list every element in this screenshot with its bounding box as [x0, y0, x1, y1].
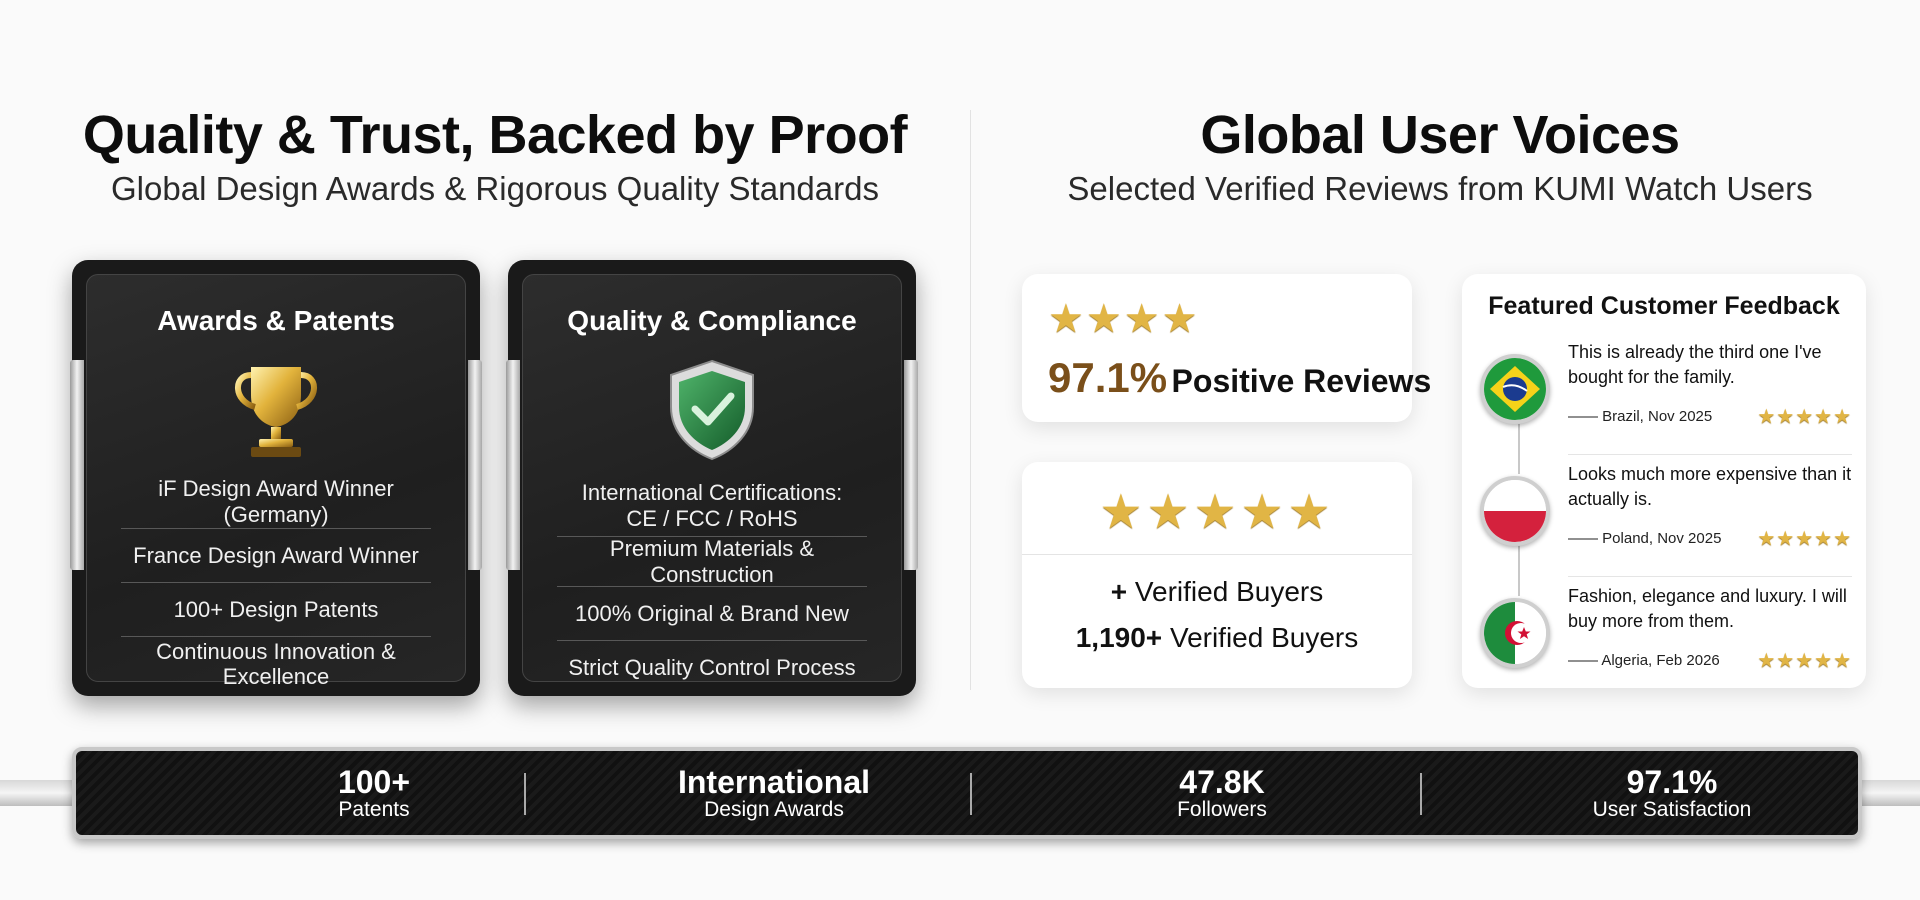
list-item: France Design Award Winner: [121, 529, 431, 583]
rating-stars: ★★★★: [1048, 297, 1200, 341]
awards-card: Awards & Patents iF Design Award Winner …: [70, 260, 482, 696]
card-divider: [1022, 554, 1412, 555]
cert-line-1: International Certifications:: [581, 480, 843, 506]
feedback-meta: —— Brazil, Nov 2025: [1568, 408, 1713, 425]
list-item: iF Design Award Winner (Germany): [121, 475, 431, 529]
verified-buyers-card: ★★★★★ + Verified Buyers 1,190+ Verified …: [1022, 462, 1412, 688]
list-item: Strict Quality Control Process: [568, 655, 856, 681]
awards-list: iF Design Award Winner (Germany) France …: [121, 475, 431, 691]
card-side-tab: [468, 360, 482, 570]
stat-awards: International Design Awards: [574, 751, 974, 835]
stat-separator: [970, 773, 972, 815]
list-item: 100+ Design Patents: [121, 583, 431, 637]
stat-patents: 100+ Patents: [174, 751, 574, 835]
feedback-separator: [1568, 576, 1852, 577]
buyers-count: 1,190+: [1075, 622, 1163, 653]
feedback-text: This is already the third one I've bough…: [1568, 342, 1822, 387]
right-subtitle: Selected Verified Reviews from KUMI Watc…: [1067, 170, 1813, 207]
buyers-plus: +: [1110, 576, 1128, 607]
feedback-separator: [1568, 454, 1852, 455]
feedback-stars: ★★★★★: [1757, 650, 1852, 672]
stat-label: User Satisfaction: [1592, 798, 1752, 821]
rating-stars: ★★★★★: [1099, 486, 1335, 539]
awards-card-inner: Awards & Patents iF Design Award Winner …: [86, 274, 466, 689]
stat-separator: [1420, 773, 1422, 815]
right-title: Global User Voices: [1200, 105, 1680, 165]
stat-label: Patents: [338, 798, 410, 821]
left-subtitle: Global Design Awards & Rigorous Quality …: [111, 170, 879, 207]
trophy-icon: [221, 355, 331, 470]
shield-check-icon: [657, 355, 767, 470]
poland-flag-icon: [1480, 476, 1550, 546]
positive-reviews-card: ★★★★ 97.1% Positive Reviews: [1022, 274, 1431, 422]
stat-label: Followers: [1177, 798, 1267, 821]
positive-label: Positive Reviews: [1171, 363, 1432, 399]
stat-satisfaction: 97.1% User Satisfaction: [1472, 751, 1872, 835]
stat-value: 97.1%: [1626, 764, 1718, 800]
quality-card: Quality & Compliance International Certi…: [506, 260, 918, 696]
card-side-tab: [506, 360, 520, 570]
buyers-line-1: + Verified Buyers: [1022, 576, 1412, 608]
card-side-tab: [904, 360, 918, 570]
feedback-item: Looks much more expensive than it actual…: [1480, 462, 1852, 572]
feedback-text: Fashion, elegance and luxury. I will buy…: [1568, 586, 1847, 631]
left-title: Quality & Trust, Backed by Proof: [82, 105, 908, 165]
positive-percent: 97.1%: [1048, 354, 1168, 401]
list-item: Premium Materials & Construction: [557, 536, 867, 587]
stat-value: 100+: [337, 764, 411, 800]
stat-label: Design Awards: [704, 798, 844, 821]
buyers-label-2: Verified Buyers: [1169, 622, 1359, 653]
page: Quality & Trust, Backed by Proof Global …: [0, 0, 1920, 900]
card-side-tab: [70, 360, 84, 570]
buyers-line-2: 1,190+ Verified Buyers: [1022, 622, 1412, 654]
cert-line-2: CE / FCC / RoHS: [626, 505, 798, 531]
quality-card-inner: Quality & Compliance International Certi…: [522, 274, 902, 682]
feedback-meta: —— Algeria, Feb 2026: [1568, 652, 1720, 669]
list-item: Continuous Innovation & Excellence: [156, 638, 396, 689]
feedback-stars: ★★★★★: [1757, 406, 1852, 428]
stats-bar: 100+ Patents International Design Awards…: [72, 747, 1862, 839]
feedback-meta: —— Poland, Nov 2025: [1568, 530, 1722, 547]
buyers-label-1: Verified Buyers: [1134, 576, 1324, 607]
stat-value: 47.8K: [1179, 764, 1265, 800]
feedback-text: Looks much more expensive than it actual…: [1568, 464, 1852, 509]
brazil-flag-icon: [1480, 354, 1550, 424]
stat-followers: 47.8K Followers: [1022, 751, 1422, 835]
awards-card-title: Awards & Patents: [157, 305, 395, 336]
positive-reviews-line: 97.1% Positive Reviews: [1048, 354, 1431, 402]
featured-feedback-card: Featured Customer Feedback This is alrea…: [1462, 274, 1866, 688]
algeria-flag-icon: [1480, 598, 1550, 668]
quality-list: International Certifications: CE / FCC /…: [557, 475, 867, 695]
list-item: International Certifications: CE / FCC /…: [557, 475, 867, 537]
quality-card-title: Quality & Compliance: [567, 305, 857, 336]
feedback-item: Fashion, elegance and luxury. I will buy…: [1480, 584, 1852, 694]
stat-separator: [524, 773, 526, 815]
stat-value: International: [677, 764, 870, 800]
feedback-stars: ★★★★★: [1757, 528, 1852, 550]
list-item: 100% Original & Brand New: [557, 587, 867, 641]
feedback-title: Featured Customer Feedback: [1488, 292, 1840, 320]
feedback-item: This is already the third one I've bough…: [1480, 340, 1852, 450]
